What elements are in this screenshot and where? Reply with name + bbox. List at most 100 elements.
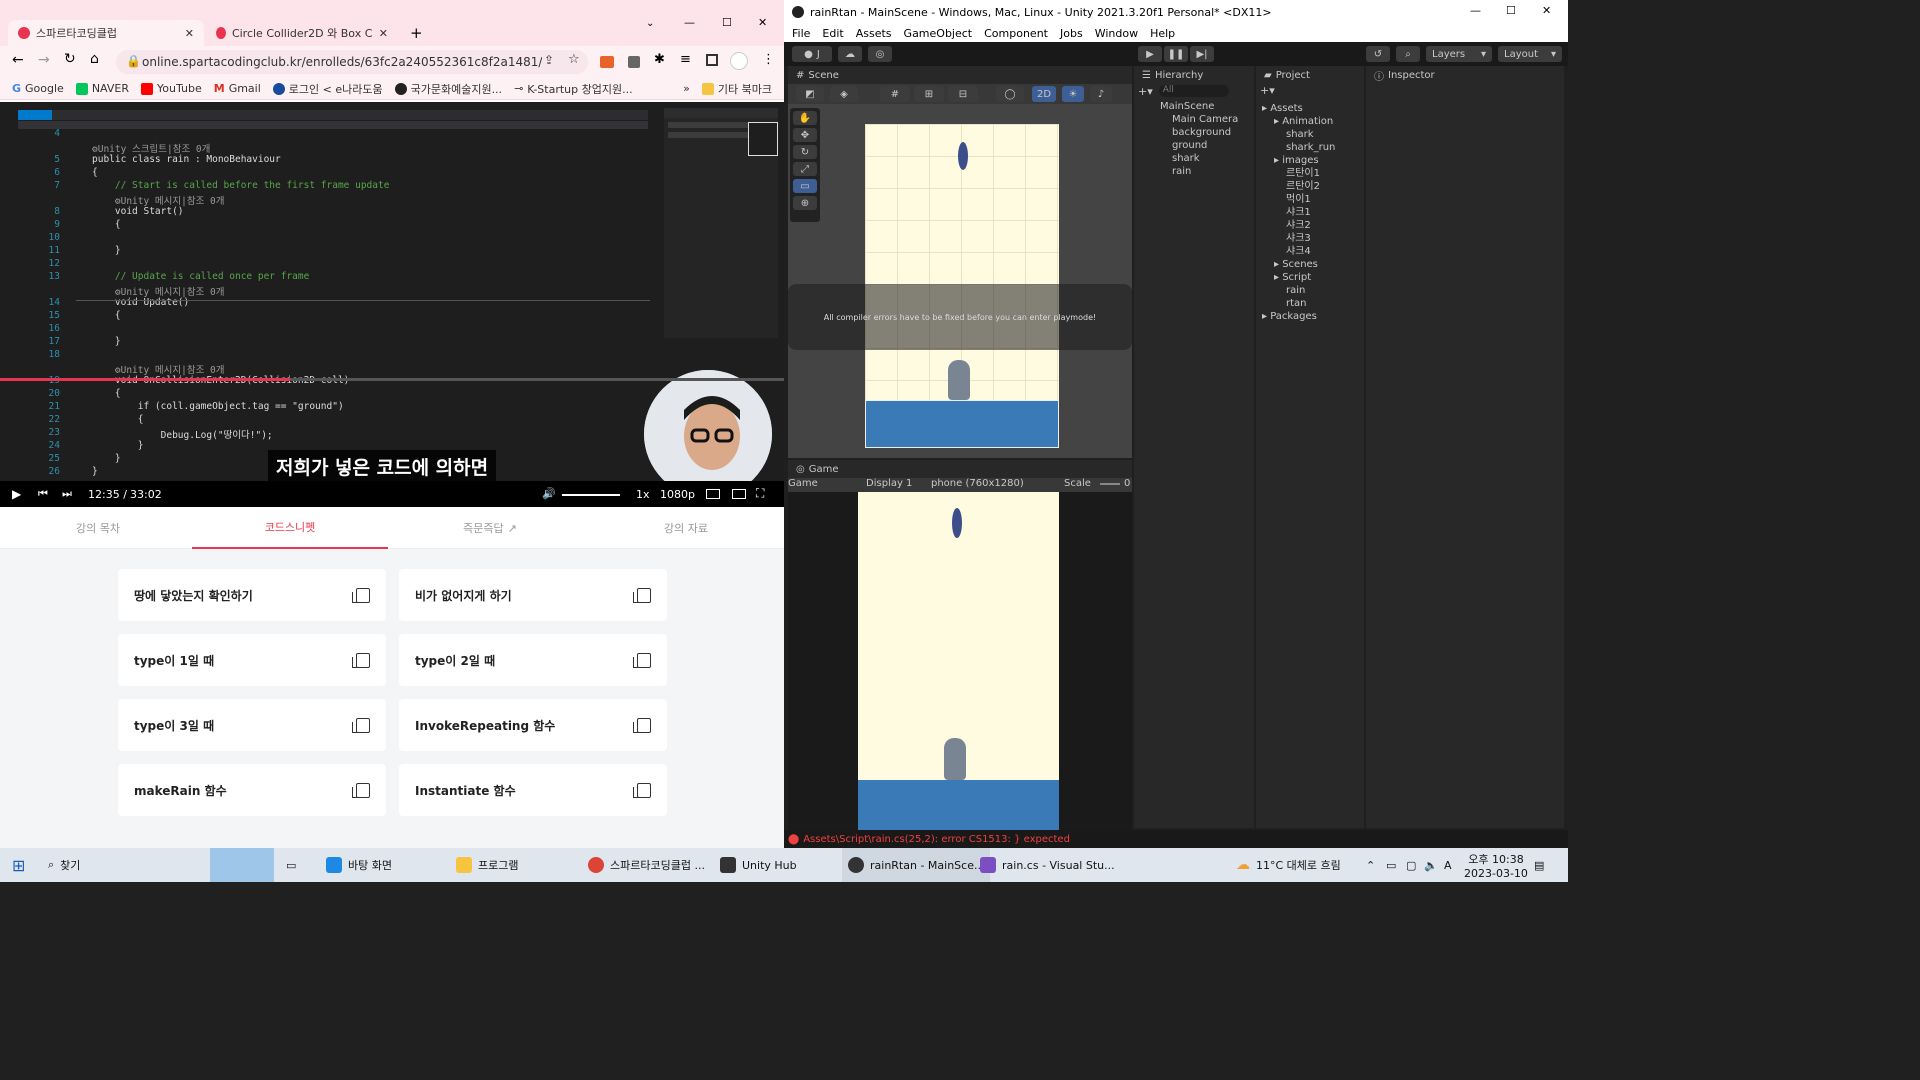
taskbar-app-unity[interactable]: rainRtan - MainSce...	[842, 848, 991, 882]
taskbar-app-vs[interactable]: rain.cs - Visual Stu...	[980, 848, 1115, 882]
bookmark-kstartup[interactable]: ⊸ K-Startup 창업지원...	[514, 81, 633, 97]
task-view-icon[interactable]: ▭	[286, 848, 296, 882]
project-tree-item[interactable]: 샤크4	[1286, 245, 1335, 258]
notification-icon[interactable]: ▤	[1534, 848, 1544, 882]
search-icon[interactable]: ⌕	[1396, 46, 1420, 62]
volume-icon[interactable]: 🔊	[542, 487, 556, 500]
menu-icon[interactable]: ⋮	[762, 52, 775, 67]
shading-icon[interactable]: ◈	[830, 86, 858, 102]
rotate-tool-icon[interactable]: ↻	[793, 145, 817, 159]
project-tree-item[interactable]: ▸ Packages	[1262, 310, 1335, 323]
move-tool-icon[interactable]: ✥	[793, 128, 817, 142]
snippet-card[interactable]: type이 1일 때	[118, 634, 386, 686]
add-icon[interactable]: +▾	[1260, 84, 1275, 97]
tab-search-icon[interactable]: ⌄	[646, 18, 654, 29]
hierarchy-item[interactable]: rain	[1172, 165, 1238, 178]
maximize-icon[interactable]: ☐	[722, 16, 732, 29]
grid-icon[interactable]: ⊞	[914, 86, 944, 102]
project-tree-item[interactable]: 샤크3	[1286, 232, 1335, 245]
copy-icon[interactable]	[633, 782, 651, 798]
bookmark-other[interactable]: 기타 북마크	[701, 81, 772, 97]
close-tab-icon[interactable]: ✕	[379, 27, 388, 40]
hand-tool-icon[interactable]: ✋	[793, 111, 817, 125]
clock[interactable]: 오후 10:38 2023-03-10	[1464, 848, 1528, 882]
hierarchy-search[interactable]: +▾ All	[1138, 84, 1250, 98]
speed-button[interactable]: 1x	[636, 488, 650, 501]
menu-help[interactable]: Help	[1150, 27, 1175, 40]
more-bookmarks-icon[interactable]: »	[683, 82, 690, 95]
grid-snap-icon[interactable]: #	[880, 86, 910, 102]
tab-spartacoding[interactable]: 스파르타코딩클럽 ✕	[8, 20, 204, 46]
project-tab[interactable]: ▰ Project	[1256, 66, 1364, 84]
fullscreen-icon[interactable]: ⛶	[756, 486, 764, 501]
menu-component[interactable]: Component	[984, 27, 1048, 40]
gizmo-icon[interactable]: ◯	[996, 86, 1024, 102]
share-icon[interactable]: ⇪	[544, 53, 554, 67]
menu-gameobject[interactable]: GameObject	[904, 27, 973, 40]
copy-icon[interactable]	[352, 782, 370, 798]
unity-status-bar[interactable]: ⬤ Assets\Script\rain.cs(25,2): error CS1…	[784, 830, 1568, 848]
copy-icon[interactable]	[633, 587, 651, 603]
weather-widget[interactable]: ☁ 11°C 대체로 흐림	[1236, 848, 1341, 882]
project-tree-item[interactable]: ▸ Assets	[1262, 102, 1335, 115]
taskbar-app-programs[interactable]: 프로그램	[456, 848, 518, 882]
tab-instant-qna[interactable]: 즉문즉답 ↗	[392, 507, 588, 549]
minimize-icon[interactable]: —	[1470, 4, 1481, 17]
project-tree-item[interactable]: shark_run	[1286, 141, 1335, 154]
hierarchy-item[interactable]: Main Camera	[1172, 113, 1238, 126]
snippet-card[interactable]: 비가 없어지게 하기	[399, 569, 667, 621]
project-tree-item[interactable]: 르탄이1	[1286, 167, 1335, 180]
step-icon[interactable]: ▶|	[1190, 46, 1214, 62]
taskbar-app-desktop[interactable]: 바탕 화면	[326, 848, 392, 882]
bookmark-enara[interactable]: 로그인 < e나라도움	[272, 81, 383, 97]
collab-icon[interactable]: ◎	[868, 46, 892, 62]
project-tree-item[interactable]: 샤크2	[1286, 219, 1335, 232]
tray-display-icon[interactable]: ▢	[1406, 848, 1416, 882]
copy-icon[interactable]	[633, 717, 651, 733]
project-tree-item[interactable]: ▸ Script	[1274, 271, 1335, 284]
taskbar-app-chrome[interactable]: 스파르타코딩클럽 ...	[588, 848, 705, 882]
inspector-tab[interactable]: ⓘ Inspector	[1366, 66, 1564, 84]
hierarchy-search-input[interactable]: All	[1158, 85, 1229, 97]
project-tree-item[interactable]: 르탄이2	[1286, 180, 1335, 193]
snippet-card[interactable]: Instantiate 함수	[399, 764, 667, 816]
tab-code-snippet[interactable]: 코드스니펫	[192, 507, 388, 549]
resolution-dropdown[interactable]: phone (760x1280)	[931, 478, 1024, 489]
profile-avatar[interactable]	[730, 52, 748, 70]
tray-chevron-icon[interactable]: ⌃	[1366, 848, 1375, 882]
snippet-card[interactable]: type이 2일 때	[399, 634, 667, 686]
ime-indicator[interactable]: A	[1444, 848, 1452, 882]
hierarchy-root[interactable]: MainScene	[1160, 100, 1238, 113]
taskbar-app-unityhub[interactable]: Unity Hub	[720, 848, 797, 882]
hierarchy-tab[interactable]: ☰ Hierarchy	[1134, 66, 1254, 84]
game-viewport[interactable]	[788, 492, 1132, 830]
bookmark-naver[interactable]: NAVER	[75, 82, 129, 95]
tray-volume-icon[interactable]: 🔈	[1424, 848, 1438, 882]
close-tab-icon[interactable]: ✕	[185, 27, 194, 40]
project-tree-item[interactable]: ▸ Scenes	[1274, 258, 1335, 271]
bookmark-star-icon[interactable]: ☆	[568, 52, 580, 67]
tray-network-icon[interactable]: ▭	[1386, 848, 1396, 882]
project-tree-item[interactable]: rain	[1286, 284, 1335, 297]
copy-icon[interactable]	[352, 717, 370, 733]
account-button[interactable]: ● J	[792, 46, 832, 62]
pause-icon[interactable]: ❚❚	[1164, 46, 1188, 62]
quality-button[interactable]: 1080p	[660, 488, 695, 501]
tab-lesson-list[interactable]: 강의 목차	[0, 507, 196, 549]
new-tab-icon[interactable]: +	[410, 24, 423, 42]
menu-window[interactable]: Window	[1095, 27, 1138, 40]
maximize-icon[interactable]: ☐	[1506, 4, 1516, 17]
tab-collider[interactable]: Circle Collider2D 와 Box Collide ✕	[206, 20, 398, 46]
project-tree-item[interactable]: shark	[1286, 128, 1335, 141]
display-dropdown[interactable]: Display 1	[866, 478, 912, 489]
2d-toggle[interactable]: 2D	[1032, 86, 1056, 102]
copy-icon[interactable]	[352, 652, 370, 668]
scene-tab[interactable]: # Scene	[788, 66, 1132, 84]
forward-icon[interactable]: →	[38, 52, 50, 68]
bookmark-google[interactable]: G Google	[12, 82, 64, 95]
game-view-dropdown[interactable]: Game	[788, 478, 818, 489]
next-icon[interactable]: ⏭	[62, 487, 72, 501]
extension-icon[interactable]	[628, 56, 640, 68]
close-window-icon[interactable]: ✕	[1542, 4, 1551, 17]
bookmark-youtube[interactable]: YouTube	[141, 82, 202, 95]
